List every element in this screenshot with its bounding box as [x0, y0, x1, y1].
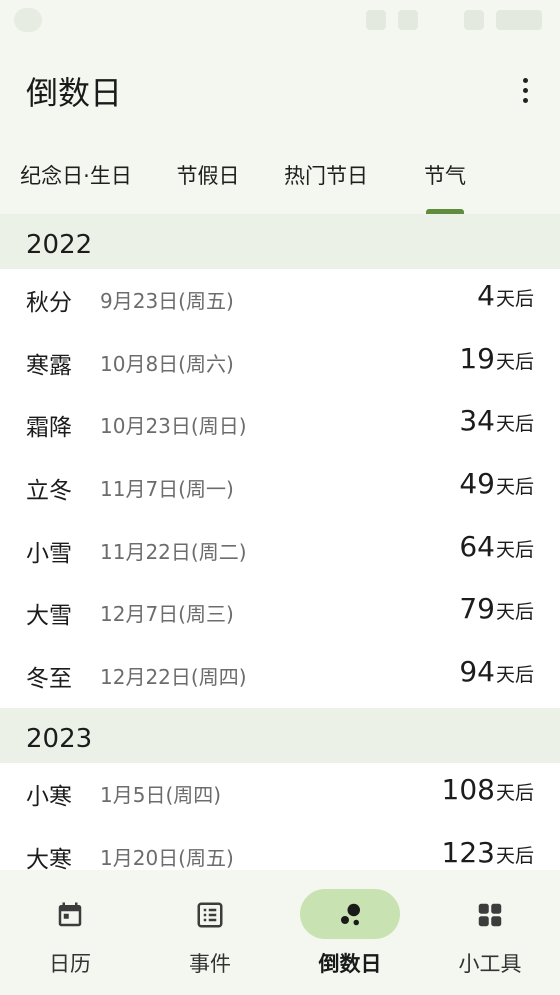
list-item[interactable]: 大雪 12月7日(周三) 79天后 [0, 582, 560, 645]
notification-icon [14, 8, 42, 32]
list-icon [197, 902, 223, 928]
tab-label: 热门节日 [284, 164, 368, 188]
tab-solar-terms[interactable]: 节气 [412, 150, 478, 214]
app-bar: 倒数日 [0, 40, 560, 140]
nav-calendar[interactable]: 日历 [0, 870, 140, 995]
widgets-icon [478, 903, 502, 927]
term-name: 小寒 [26, 783, 72, 810]
term-date: 12月22日(周四) [100, 665, 247, 690]
days-count: 4天后 [477, 279, 534, 312]
nav-label: 日历 [49, 952, 91, 976]
term-name: 大雪 [26, 603, 72, 630]
nav-countdown[interactable]: 倒数日 [280, 870, 420, 995]
bottom-navigation: 日历 事件 倒数日 小工具 [0, 870, 560, 995]
tab-label: 纪念日·生日 [20, 164, 132, 188]
tab-anniversary[interactable]: 纪念日·生日 [14, 150, 138, 214]
days-number: 49 [459, 467, 495, 501]
term-name: 冬至 [26, 666, 72, 693]
list-item[interactable]: 小寒 1月5日(周四) 108天后 [0, 763, 560, 826]
nav-widgets[interactable]: 小工具 [420, 870, 560, 995]
days-number: 4 [477, 279, 495, 312]
term-name: 大寒 [26, 846, 72, 871]
days-count: 19天后 [459, 342, 534, 375]
term-date: 1月20日(周五) [100, 845, 234, 870]
term-date: 11月7日(周一) [100, 477, 234, 502]
days-count: 34天后 [459, 404, 534, 437]
nav-events[interactable]: 事件 [140, 870, 280, 995]
countdown-icon [341, 903, 360, 926]
list-item[interactable]: 小雪 11月22日(周二) 64天后 [0, 520, 560, 583]
nav-label: 事件 [189, 952, 231, 976]
days-number: 123 [441, 835, 495, 869]
days-count: 49天后 [459, 467, 534, 500]
term-name: 小雪 [26, 540, 72, 567]
days-number: 108 [441, 772, 495, 806]
days-count: 108天后 [442, 773, 534, 806]
more-options-icon[interactable] [510, 70, 540, 110]
clock-icon [496, 10, 542, 30]
days-number: 19 [459, 341, 495, 375]
days-unit: 天后 [495, 288, 534, 310]
days-count: 79天后 [459, 592, 534, 625]
solar-terms-list[interactable]: 2022 秋分 9月23日(周五) 4天后 寒露 10月8日(周六) 19天后 … [0, 214, 560, 870]
days-unit: 天后 [495, 781, 534, 804]
days-unit: 天后 [495, 844, 534, 867]
list-item[interactable]: 冬至 12月22日(周四) 94天后 [0, 645, 560, 708]
term-name: 霜降 [26, 415, 72, 442]
tab-bar: 纪念日·生日 节假日 热门节日 节气 [0, 150, 560, 214]
list-item[interactable]: 大寒 1月20日(周五) 123天后 [0, 826, 560, 871]
days-number: 94 [459, 655, 495, 689]
term-date: 12月7日(周三) [100, 602, 234, 627]
term-name: 立冬 [26, 478, 72, 505]
list-item[interactable]: 寒露 10月8日(周六) 19天后 [0, 332, 560, 395]
tab-label: 节气 [424, 164, 466, 188]
year-header: 2023 [0, 707, 560, 763]
days-number: 79 [459, 592, 495, 626]
days-number: 64 [459, 529, 495, 563]
tab-label: 节假日 [176, 164, 240, 188]
status-bar [0, 0, 560, 40]
term-date: 9月23日(周五) [100, 289, 234, 313]
days-unit: 天后 [495, 601, 534, 624]
term-name: 秋分 [26, 290, 72, 316]
battery-icon [464, 10, 484, 30]
days-unit: 天后 [495, 350, 534, 373]
list-item[interactable]: 秋分 9月23日(周五) 4天后 [0, 269, 560, 332]
tab-holidays[interactable]: 节假日 [168, 150, 248, 214]
tab-popular-festivals[interactable]: 热门节日 [276, 150, 376, 214]
list-item[interactable]: 立冬 11月7日(周一) 49天后 [0, 457, 560, 520]
alarm-icon [366, 10, 386, 30]
term-date: 11月22日(周二) [100, 539, 247, 564]
days-unit: 天后 [495, 538, 534, 561]
days-unit: 天后 [495, 476, 534, 499]
year-header: 2022 [0, 214, 560, 269]
calendar-icon [58, 902, 82, 927]
term-date: 1月5日(周四) [100, 782, 222, 807]
nav-label: 倒数日 [318, 952, 382, 976]
term-name: 寒露 [26, 352, 72, 379]
days-count: 64天后 [459, 530, 534, 563]
wifi-icon [398, 10, 418, 30]
term-date: 10月8日(周六) [100, 351, 234, 376]
term-date: 10月23日(周日) [100, 414, 247, 439]
days-unit: 天后 [495, 664, 534, 687]
days-unit: 天后 [495, 413, 534, 436]
days-number: 34 [459, 404, 495, 438]
days-count: 94天后 [459, 655, 534, 688]
days-count: 123天后 [442, 836, 534, 869]
list-item[interactable]: 霜降 10月23日(周日) 34天后 [0, 394, 560, 457]
page-title: 倒数日 [26, 74, 123, 112]
nav-label: 小工具 [458, 952, 522, 976]
